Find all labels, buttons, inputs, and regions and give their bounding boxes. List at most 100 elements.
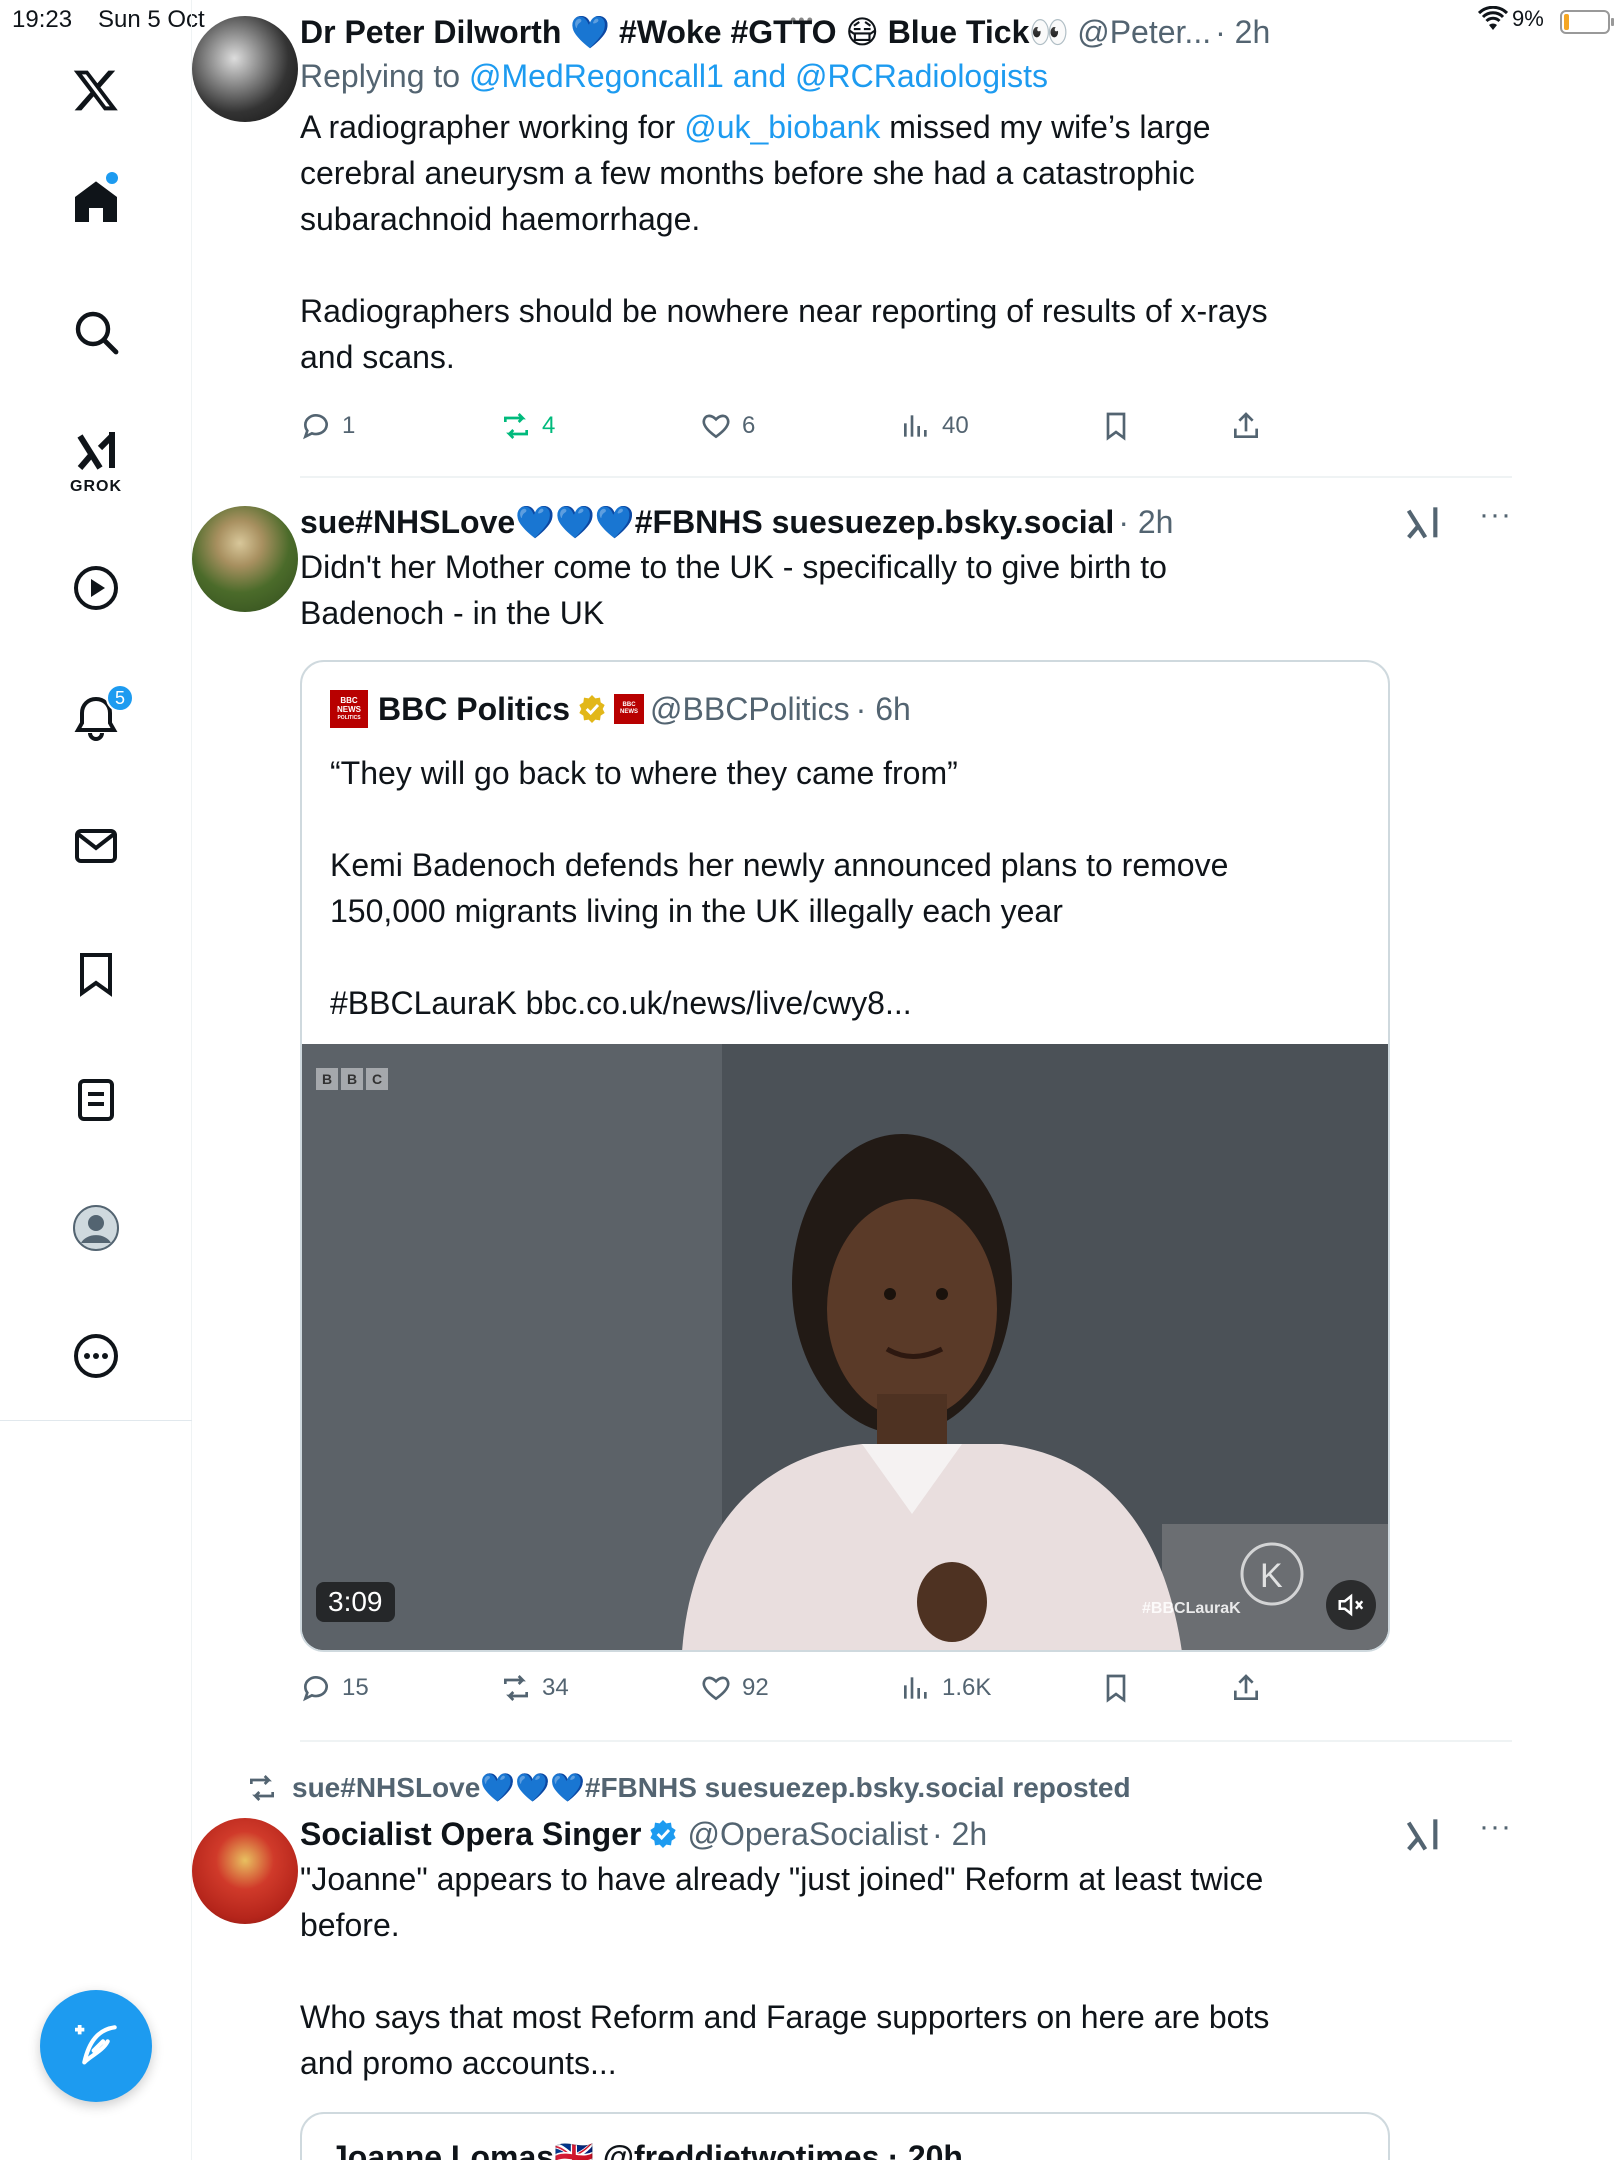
home-unread-dot <box>106 172 118 184</box>
grok-explain-icon[interactable] <box>1402 504 1442 544</box>
tweet-divider <box>300 1740 1512 1742</box>
analytics-icon <box>904 1677 927 1699</box>
tweet-text-prefix: A radiographer working for <box>300 109 685 145</box>
sidebar-divider <box>0 1420 192 1421</box>
display-name[interactable]: sue#NHSLove💙💙💙#FBNHS suesuezep.bsky.soci… <box>300 500 1114 544</box>
tweet-2[interactable]: sue#NHSLove💙💙💙#FBNHS suesuezep.bsky.soci… <box>192 498 1512 1703</box>
tweet-header: Socialist Opera Singer @OperaSocialist ·… <box>300 1812 1512 1856</box>
x-logo-icon[interactable] <box>64 58 128 122</box>
timestamp[interactable]: · 2h <box>932 1812 987 1856</box>
reply-button[interactable]: 1 <box>300 410 355 442</box>
share-icon <box>1234 412 1258 438</box>
timestamp[interactable]: · 2h <box>1215 10 1270 54</box>
compose-post-button[interactable] <box>40 1990 152 2102</box>
quoted-tweet-header-partial: Joanne Lomas🇬🇧 @freddietwotimes · 20h <box>330 2139 963 2160</box>
more-options-button[interactable]: ··· <box>1479 498 1512 532</box>
quoted-tweet-header: BBC NEWS POLITICS BBC Politics BBC NEWS @BB… <box>330 690 911 728</box>
replying-to-users[interactable]: @MedRegoncall1 and @RCRadiologists <box>469 58 1048 94</box>
avatar[interactable] <box>192 506 298 612</box>
reply-button[interactable]: 15 <box>300 1672 369 1704</box>
grok-icon[interactable] <box>64 420 128 484</box>
bbc-news-politics-avatar[interactable]: BBC NEWS POLITICS <box>330 690 368 728</box>
tweet-1[interactable]: Dr Peter Dilworth 💙 #Woke #GTTO 😷 Blue T… <box>192 10 1512 441</box>
watermark-letter: C <box>366 1068 388 1090</box>
like-count: 6 <box>742 412 756 439</box>
display-name[interactable]: Socialist Opera Singer <box>300 1812 641 1856</box>
tweet-3[interactable]: Socialist Opera Singer @OperaSocialist ·… <box>192 1810 1512 2160</box>
verified-gold-badge-icon <box>579 695 605 723</box>
search-icon[interactable] <box>64 300 128 364</box>
svg-text:K: K <box>1260 1557 1283 1595</box>
compose-feather-icon <box>75 2025 117 2065</box>
more-options-icon[interactable] <box>64 1324 128 1388</box>
reply-count: 15 <box>342 1674 369 1701</box>
quoted-timestamp: · 6h <box>855 690 911 727</box>
more-options-button[interactable]: ··· <box>1479 1810 1512 1844</box>
share-button[interactable] <box>1230 1672 1262 1704</box>
handle[interactable]: @Peter... <box>1077 10 1211 54</box>
watermark-letter: B <box>316 1068 338 1090</box>
bookmark-button[interactable] <box>1100 1672 1132 1704</box>
tweet-divider <box>300 476 1512 478</box>
video-player[interactable]: K BBC 3:09 #BBCLauraK <box>302 1044 1388 1650</box>
views-button[interactable]: 40 <box>900 410 969 442</box>
notification-count-badge: 5 <box>106 684 134 712</box>
tweet-header: Dr Peter Dilworth 💙 #Woke #GTTO 😷 Blue T… <box>300 10 1512 54</box>
analytics-icon <box>904 415 927 437</box>
bbc-watermark: BBC <box>316 1068 388 1090</box>
repost-icon <box>504 413 528 439</box>
avatar[interactable] <box>192 1818 298 1924</box>
tweet-text: Didn't her Mother come to the UK - speci… <box>300 549 1167 631</box>
tweet-text: "Joanne" appears to have already "just j… <box>300 1861 1270 2081</box>
repost-count: 4 <box>542 412 556 439</box>
repost-small-icon <box>250 1775 274 1801</box>
grok-explain-icon[interactable] <box>1402 1816 1442 1856</box>
view-count: 1.6K <box>942 1674 992 1701</box>
badge-line-1: BBC <box>622 702 636 708</box>
profile-avatar-icon[interactable] <box>64 1196 128 1260</box>
timestamp[interactable]: · 2h <box>1118 500 1173 544</box>
share-button[interactable] <box>1230 410 1262 442</box>
display-name[interactable]: Dr Peter Dilworth 💙 #Woke #GTTO 😷 Blue T… <box>300 10 1069 54</box>
handle[interactable]: @OperaSocialist <box>687 1812 928 1856</box>
tweet-header: sue#NHSLove💙💙💙#FBNHS suesuezep.bsky.soci… <box>300 500 1512 544</box>
messages-envelope-icon[interactable] <box>64 814 128 878</box>
battery-icon <box>1560 10 1614 34</box>
views-button[interactable]: 1.6K <box>900 1672 991 1704</box>
reply-icon <box>303 1676 328 1702</box>
repost-icon <box>504 1675 528 1701</box>
replying-prefix: Replying to <box>300 58 469 94</box>
bookmark-icon <box>1106 412 1126 441</box>
quoted-tweet-text: “They will go back to where they came fr… <box>330 755 1229 1021</box>
like-button[interactable]: 6 <box>700 410 755 442</box>
tweet-actions: 1 4 6 40 <box>300 410 1300 450</box>
video-frame-illustration: K <box>302 1044 1388 1650</box>
quoted-tweet-partial[interactable]: Joanne Lomas🇬🇧 @freddietwotimes · 20h <box>300 2112 1390 2160</box>
reposted-by-label[interactable]: sue#NHSLove💙💙💙#FBNHS suesuezep.bsky.soci… <box>246 1768 1131 1808</box>
repost-button[interactable]: 4 <box>500 410 555 442</box>
tweet-text-suffix: missed my wife’s large cerebral aneurysm… <box>300 109 1268 375</box>
quoted-tweet[interactable]: BBC NEWS POLITICS BBC Politics BBC NEWS @BB… <box>300 660 1390 1652</box>
home-icon[interactable] <box>64 170 128 234</box>
battery-percent: 9% <box>1512 6 1544 31</box>
video-duration: 3:09 <box>316 1582 395 1622</box>
bbc-news-affiliate-badge: BBC NEWS <box>614 694 645 724</box>
quoted-handle[interactable]: @BBCPolitics <box>650 691 850 728</box>
mention-link[interactable]: @uk_biobank <box>684 109 880 145</box>
repost-button[interactable]: 34 <box>500 1672 569 1704</box>
quoted-display-name[interactable]: BBC Politics <box>378 691 570 728</box>
like-button[interactable]: 92 <box>700 1672 769 1704</box>
video-icon[interactable] <box>64 556 128 620</box>
verified-blue-badge-icon <box>650 1820 677 1848</box>
speaker-muted-icon <box>1338 1593 1364 1617</box>
badge-line-2: NEWS <box>620 709 639 715</box>
avatar[interactable] <box>192 16 298 122</box>
view-count: 40 <box>942 412 969 439</box>
bookmarks-icon[interactable] <box>64 942 128 1006</box>
lists-icon[interactable] <box>64 1068 128 1132</box>
heart-icon <box>702 414 730 439</box>
timeline: Dr Peter Dilworth 💙 #Woke #GTTO 😷 Blue T… <box>192 0 1512 2160</box>
grok-label: GROK <box>70 478 122 495</box>
mute-toggle-button[interactable] <box>1326 1580 1376 1630</box>
bookmark-button[interactable] <box>1100 410 1132 442</box>
